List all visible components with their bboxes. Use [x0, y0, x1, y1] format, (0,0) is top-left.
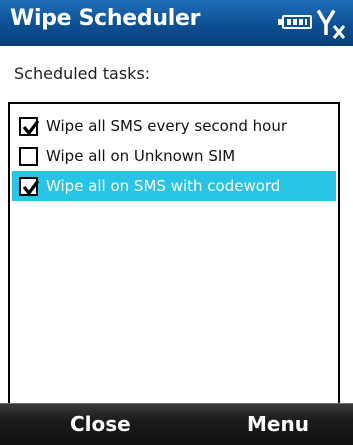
softkey-bar: Close Menu — [0, 403, 353, 445]
checkmark-icon — [22, 119, 40, 136]
checkmark-icon — [22, 179, 40, 196]
menu-softkey[interactable]: Menu — [247, 412, 309, 436]
task-row-unknown-sim[interactable]: Wipe all on Unknown SIM — [12, 141, 336, 171]
task-label: Wipe all on SMS with codeword — [46, 177, 281, 195]
scheduler-panel: Scheduled tasks: Wipe all SMS every seco… — [0, 46, 353, 437]
window-title: Wipe Scheduler — [10, 6, 201, 31]
battery-icon — [278, 15, 312, 29]
task-row-sms-every-second-hour[interactable]: Wipe all SMS every second hour — [12, 111, 336, 141]
task-label: Wipe all SMS every second hour — [46, 117, 288, 135]
section-label: Scheduled tasks: — [14, 64, 151, 83]
task-checkbox-sms-every-second-hour[interactable] — [19, 116, 40, 136]
title-bar: Wipe Scheduler — [0, 0, 353, 46]
close-softkey[interactable]: Close — [70, 412, 131, 436]
task-checkbox-unknown-sim[interactable] — [19, 146, 38, 166]
signal-icon — [317, 9, 346, 39]
task-list[interactable]: Wipe all SMS every second hour Wipe all … — [8, 102, 340, 437]
task-label: Wipe all on Unknown SIM — [46, 147, 236, 165]
task-checkbox-sms-codeword[interactable] — [19, 176, 40, 196]
task-row-sms-codeword[interactable]: Wipe all on SMS with codeword — [12, 171, 336, 201]
